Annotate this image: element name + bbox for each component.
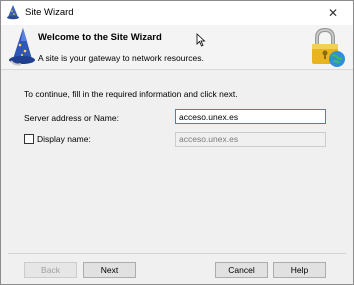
- title-bar[interactable]: Site Wizard ✕: [1, 1, 353, 25]
- help-button[interactable]: Help: [273, 262, 326, 278]
- wizard-header: Welcome to the Site Wizard A site is you…: [1, 25, 353, 70]
- wizard-app-icon: [6, 5, 20, 20]
- site-wizard-dialog: Site Wizard ✕ Welcome to the Site Wizard…: [0, 0, 354, 285]
- header-subtitle: A site is your gateway to network resour…: [38, 53, 204, 63]
- instructions-text: To continue, fill in the required inform…: [24, 89, 238, 99]
- display-name-label[interactable]: Display name:: [37, 134, 91, 144]
- server-address-label: Server address or Name:: [24, 113, 119, 123]
- display-name-input: acceso.unex.es: [175, 132, 326, 147]
- mouse-cursor-icon: [196, 33, 206, 47]
- cancel-button[interactable]: Cancel: [215, 262, 268, 278]
- header-title: Welcome to the Site Wizard: [38, 32, 162, 43]
- next-button[interactable]: Next: [83, 262, 136, 278]
- window-title: Site Wizard: [25, 7, 74, 18]
- server-address-input[interactable]: [175, 109, 326, 124]
- back-button[interactable]: Back: [24, 262, 77, 278]
- display-name-checkbox[interactable]: [24, 134, 34, 144]
- wizard-body: To continue, fill in the required inform…: [1, 71, 353, 251]
- button-separator: [8, 253, 346, 254]
- padlock-globe-icon: [307, 27, 347, 68]
- wizard-hat-icon: [7, 27, 37, 67]
- close-button[interactable]: ✕: [313, 1, 353, 25]
- close-icon: ✕: [327, 6, 339, 20]
